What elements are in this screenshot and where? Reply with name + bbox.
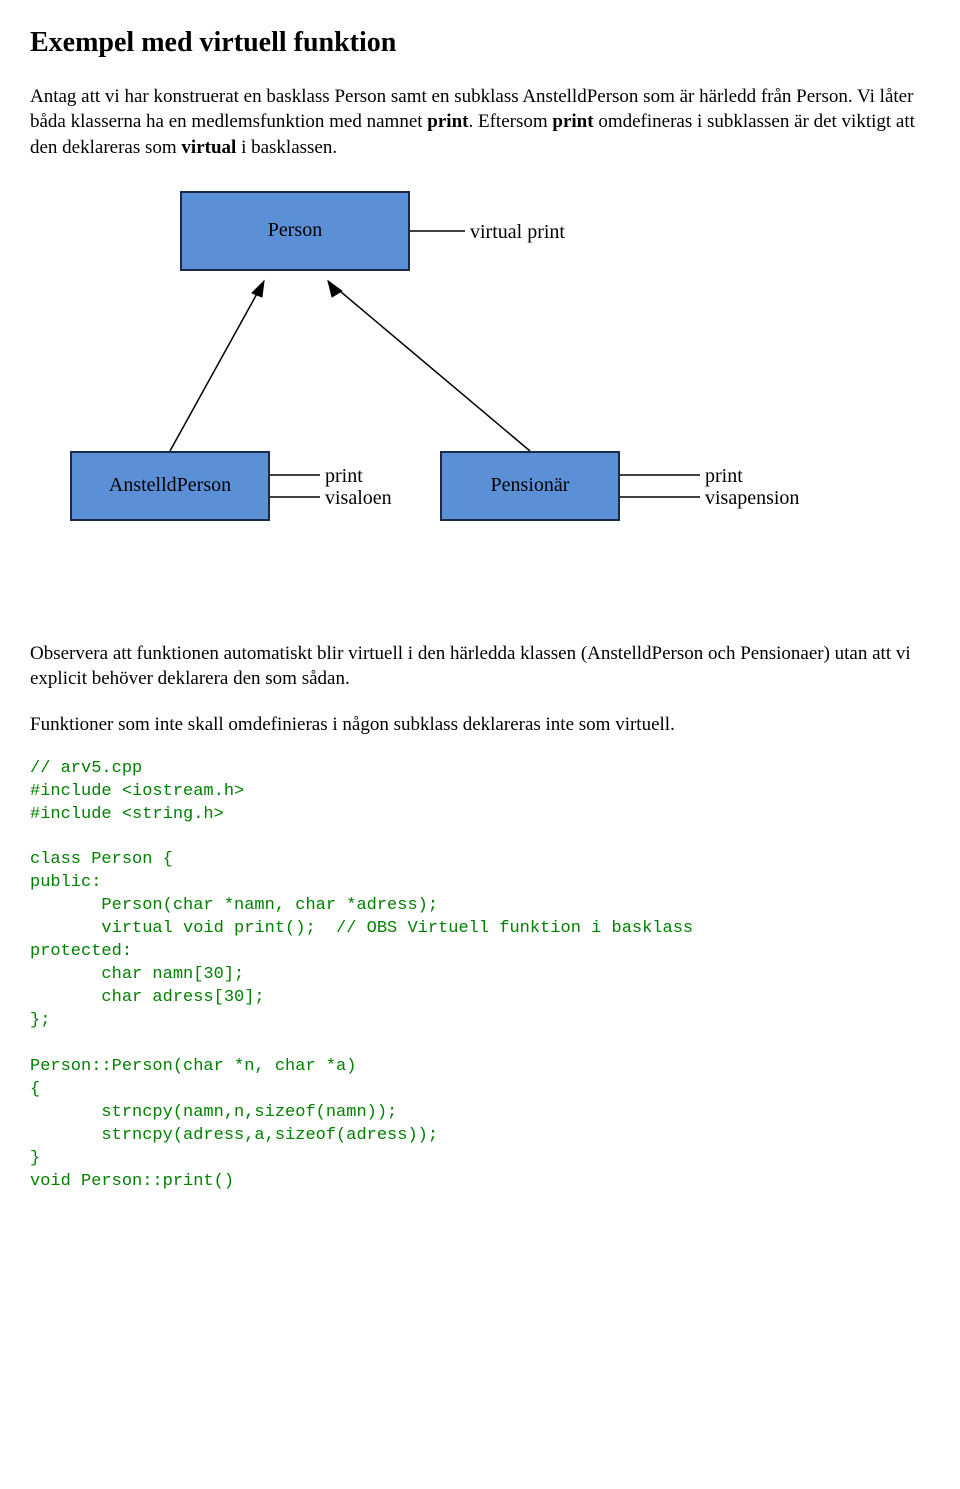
box-person-label: Person — [268, 217, 322, 244]
intro-bold-1: print — [427, 111, 468, 132]
intro-paragraph: Antag att vi har konstruerat en basklass… — [30, 84, 930, 161]
intro-bold-3: virtual — [181, 137, 236, 158]
person-method-label: virtual print — [470, 219, 565, 246]
page-title: Exempel med virtuell funktion — [30, 24, 930, 62]
box-pensionar: Pensionär — [440, 451, 620, 521]
anstelld-method-visaloen: visaloen — [325, 485, 392, 512]
box-anstelld-person: AnstelldPerson — [70, 451, 270, 521]
box-pensionar-label: Pensionär — [491, 472, 570, 499]
observation-paragraph: Observera att funktionen automatiskt bli… — [30, 641, 930, 692]
intro-text-4: i basklassen. — [236, 137, 337, 158]
intro-text-2: . Eftersom — [468, 111, 552, 132]
class-diagram: Person virtual print AnstelldPerson prin… — [30, 181, 930, 601]
pensionar-method-visapension: visapension — [705, 485, 799, 512]
code-block: // arv5.cpp #include <iostream.h> #inclu… — [30, 758, 930, 1194]
box-anstelld-label: AnstelldPerson — [109, 472, 231, 499]
non-virtual-paragraph: Funktioner som inte skall omdefinieras i… — [30, 712, 930, 738]
intro-bold-2: print — [552, 111, 593, 132]
box-person: Person — [180, 191, 410, 271]
